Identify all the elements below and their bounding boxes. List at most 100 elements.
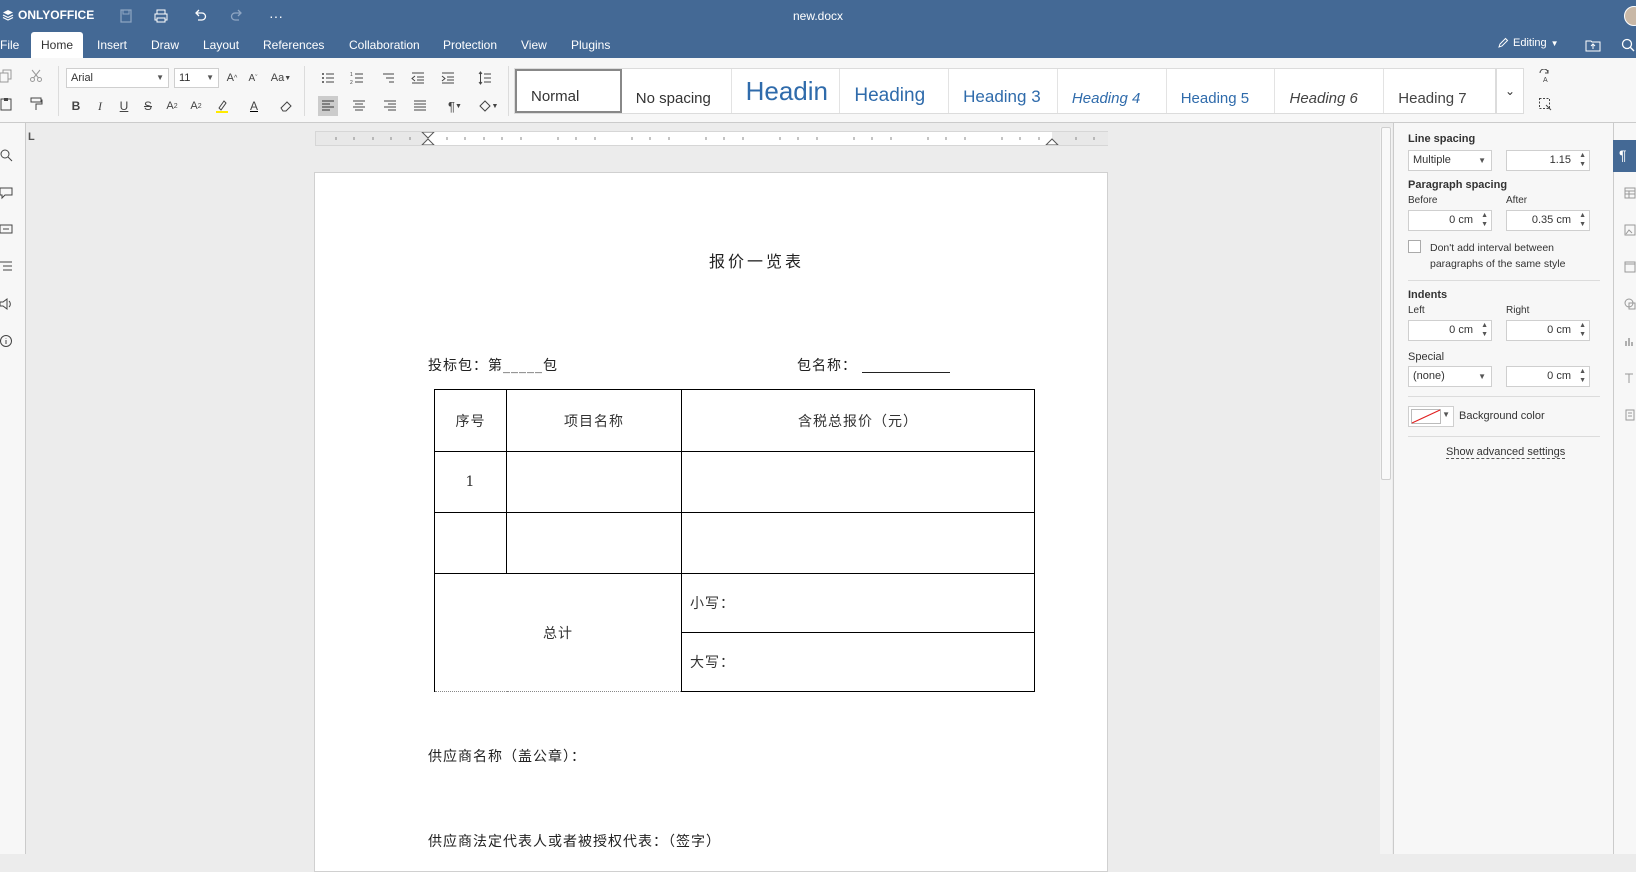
representative-signature-label: 供应商法定代表人或者被授权代表：（签字） (428, 834, 721, 850)
indent-left-input[interactable]: 0 cm ▲ ▼ (1408, 320, 1492, 341)
table-settings-icon[interactable] (1624, 187, 1636, 199)
superscript-icon[interactable]: A2 (162, 96, 182, 116)
horizontal-ruler[interactable] (315, 131, 1108, 146)
chat-icon[interactable] (0, 223, 14, 237)
special-indent-select[interactable]: (none) ▼ (1408, 366, 1492, 387)
search-icon[interactable] (0, 149, 14, 163)
special-indent-value-input[interactable]: 0 cm ▲ ▼ (1506, 366, 1590, 387)
tab-collaboration[interactable]: Collaboration (339, 32, 430, 58)
image-settings-icon[interactable] (1624, 224, 1636, 236)
header-footer-settings-icon[interactable] (1624, 261, 1636, 273)
justify-icon[interactable] (410, 96, 430, 116)
spacing-after-label: After (1506, 195, 1528, 206)
paste-icon[interactable] (0, 94, 16, 114)
decrease-font-icon[interactable]: Aˇ (243, 68, 263, 88)
tab-plugins[interactable]: Plugins (561, 32, 620, 58)
paragraph-settings-tab[interactable]: ¶ (1613, 140, 1636, 172)
tab-stop-selector[interactable]: L (28, 131, 42, 145)
special-indent-value: 0 cm (1547, 370, 1571, 382)
line-spacing-icon[interactable] (472, 68, 498, 88)
select-all-icon[interactable] (1535, 94, 1555, 114)
chart-settings-icon[interactable] (1624, 335, 1636, 347)
line-spacing-type-select[interactable]: Multiple ▼ (1408, 150, 1492, 171)
dont-add-interval-checkbox[interactable] (1408, 240, 1421, 253)
user-avatar[interactable] (1624, 6, 1636, 26)
tab-file[interactable]: File (0, 32, 29, 58)
clear-style-icon[interactable] (276, 96, 296, 116)
style-heading-6[interactable]: Heading 6 (1275, 69, 1385, 113)
increase-indent-icon[interactable] (438, 68, 458, 88)
spacing-after-input[interactable]: 0.35 cm ▲ ▼ (1506, 210, 1590, 231)
font-name-select[interactable]: Arial ▼ (66, 68, 169, 88)
strikethrough-button[interactable]: S (138, 96, 158, 116)
form-settings-icon[interactable] (1624, 409, 1636, 421)
styles-expand-button[interactable]: ⌄ (1496, 68, 1524, 114)
scrollbar-thumb[interactable] (1381, 127, 1391, 480)
tab-insert[interactable]: Insert (87, 32, 137, 58)
chevron-down-icon: ▼ (1550, 38, 1559, 48)
style-heading-5[interactable]: Heading 5 (1167, 69, 1276, 113)
search-icon[interactable] (1620, 37, 1636, 53)
text-art-settings-icon[interactable] (1624, 372, 1636, 384)
underline-button[interactable]: U (114, 96, 134, 116)
tab-references[interactable]: References (253, 32, 334, 58)
change-case-icon[interactable]: Aa ▼ (268, 68, 294, 88)
spinner-icon[interactable]: ▲ ▼ (1481, 321, 1488, 339)
align-right-icon[interactable] (380, 96, 400, 116)
copy-style-icon[interactable]: A (1535, 66, 1555, 86)
increase-font-icon[interactable]: A ^ (222, 68, 242, 88)
paragraph-spacing-label: Paragraph spacing (1408, 179, 1508, 191)
style-normal[interactable]: Normal (515, 69, 622, 113)
chevron-down-icon: ▼ (156, 73, 164, 82)
editing-mode-button[interactable]: Editing ▼ (1497, 37, 1559, 49)
subscript-icon[interactable]: A2 (186, 96, 206, 116)
comments-icon[interactable] (0, 186, 14, 200)
show-advanced-settings-link[interactable]: Show advanced settings (1446, 446, 1566, 459)
style-heading-7[interactable]: Heading 7 (1384, 69, 1495, 113)
navigation-icon[interactable] (0, 260, 14, 274)
bold-button[interactable]: B (66, 96, 86, 116)
format-painter-icon[interactable] (26, 94, 46, 114)
style-no-spacing[interactable]: No spacing (622, 69, 732, 113)
tab-view[interactable]: View (511, 32, 557, 58)
info-icon[interactable] (0, 334, 14, 348)
decrease-indent-icon[interactable] (408, 68, 428, 88)
background-color-picker[interactable]: ▼ (1408, 406, 1454, 427)
styles-gallery: Normal No spacing Headin Heading Heading… (514, 68, 1496, 114)
highlight-color-icon[interactable] (212, 96, 232, 116)
italic-button[interactable]: I (90, 96, 110, 116)
line-spacing-value-input[interactable]: 1.15 ▲ ▼ (1506, 150, 1590, 171)
cut-icon[interactable] (26, 66, 46, 86)
tab-layout[interactable]: Layout (193, 32, 249, 58)
bullet-list-icon[interactable] (318, 68, 338, 88)
shading-icon[interactable]: ▼ (474, 96, 502, 116)
spinner-icon[interactable]: ▲ ▼ (1579, 321, 1586, 339)
spinner-icon[interactable]: ▲ ▼ (1579, 211, 1586, 229)
spinner-icon[interactable]: ▲ ▼ (1481, 211, 1488, 229)
nonprinting-characters-icon[interactable]: ¶ ▼ (442, 96, 468, 116)
tab-protection[interactable]: Protection (433, 32, 507, 58)
align-left-icon[interactable] (318, 96, 338, 116)
spacing-before-input[interactable]: 0 cm ▲ ▼ (1408, 210, 1492, 231)
tab-draw[interactable]: Draw (141, 32, 189, 58)
tab-home[interactable]: Home (31, 32, 84, 58)
font-color-icon[interactable]: A (244, 96, 264, 116)
open-file-location-icon[interactable] (1585, 37, 1601, 53)
spinner-icon[interactable]: ▲ ▼ (1579, 151, 1586, 169)
document-title: new.docx (792, 9, 844, 23)
align-center-icon[interactable] (349, 96, 369, 116)
indent-right-input[interactable]: 0 cm ▲ ▼ (1506, 320, 1590, 341)
chevron-down-icon: ▼ (1478, 372, 1486, 381)
style-heading-1[interactable]: Headin (732, 69, 841, 113)
style-heading-4[interactable]: Heading 4 (1058, 69, 1167, 113)
multilevel-list-icon[interactable] (378, 68, 398, 88)
numbered-list-icon[interactable]: 12 (347, 68, 367, 88)
spinner-icon[interactable]: ▲ ▼ (1579, 367, 1586, 385)
shape-settings-icon[interactable] (1624, 298, 1636, 310)
style-heading-2[interactable]: Heading (840, 69, 950, 113)
speaker-icon[interactable] (0, 297, 14, 311)
font-size-select[interactable]: 11 ▼ (174, 68, 219, 88)
copy-icon[interactable] (0, 66, 16, 86)
indent-left-value: 0 cm (1449, 324, 1473, 336)
style-heading-3[interactable]: Heading 3 (949, 69, 1058, 113)
